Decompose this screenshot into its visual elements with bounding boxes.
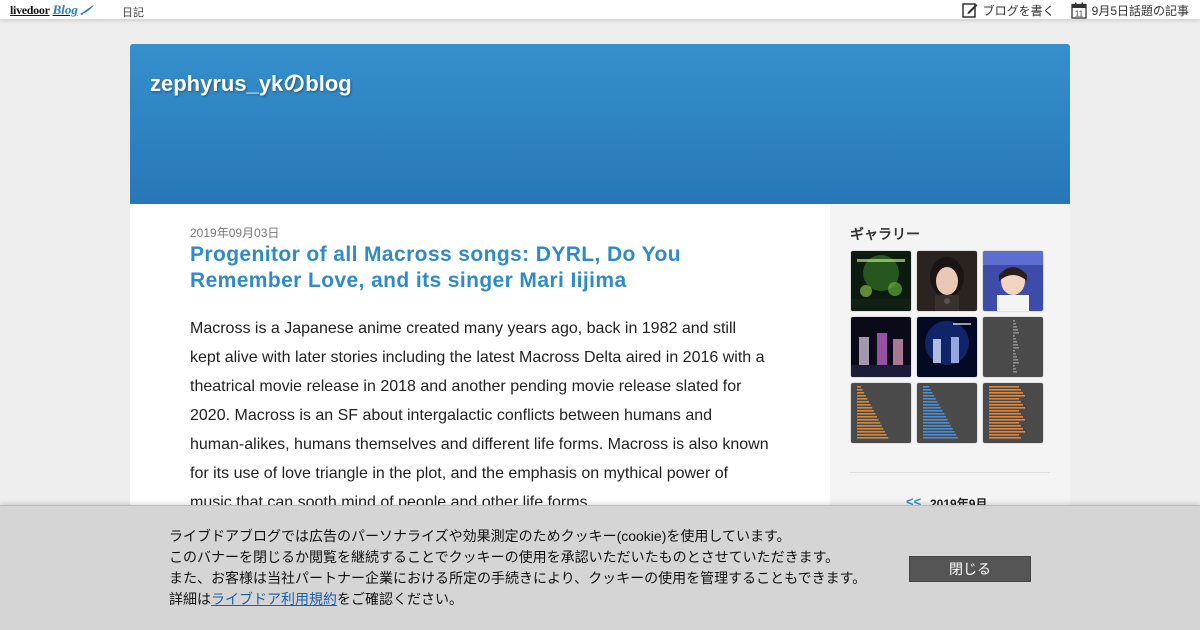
- terms-link[interactable]: ライブドア利用規約: [211, 591, 337, 607]
- gallery-thumb-8-image: [917, 383, 977, 443]
- gallery-thumb-2-image: [917, 251, 977, 311]
- gallery-thumb-9[interactable]: [983, 383, 1043, 443]
- post-title[interactable]: Progenitor of all Macross songs: DYRL, D…: [190, 242, 790, 294]
- nav-diary-link[interactable]: 日記: [122, 4, 144, 20]
- cookie-line-4: 詳細はライブドア利用規約をご確認ください。: [169, 589, 866, 610]
- cookie-line-1: ライブドアブログでは広告のパーソナライズや効果測定のためクッキー(cookie)…: [169, 528, 791, 544]
- cookie-line-4-prefix: 詳細は: [169, 591, 211, 607]
- topic-articles-label: 9月5日話題の記事: [1091, 3, 1189, 18]
- topic-articles-link[interactable]: 11 9月5日話題の記事: [1070, 2, 1189, 19]
- cookie-line-2: このバナーを閉じるか閲覧を継続することでクッキーの使用を承認いただいたものとさせ…: [169, 549, 840, 565]
- gallery-thumb-6[interactable]: [983, 317, 1043, 377]
- blog-header: zephyrus_ykのblog: [130, 44, 1070, 204]
- gallery-thumb-7[interactable]: [851, 383, 911, 443]
- cookie-line-4-suffix: をご確認ください。: [337, 591, 463, 607]
- gallery-thumb-4[interactable]: [851, 317, 911, 377]
- gallery-thumb-5-image: [917, 317, 977, 377]
- gallery-thumb-1-image: [851, 251, 911, 311]
- gallery-thumb-7-image: [851, 383, 911, 443]
- gallery-thumb-1[interactable]: [851, 251, 911, 311]
- post-date: 2019年09月03日: [190, 226, 280, 240]
- cookie-line-3: また、お客様は当社パートナー企業における所定の手続きにより、クッキーの使用を管理…: [169, 570, 867, 586]
- calendar-icon-day: 11: [1074, 9, 1083, 18]
- livedoor-blog-logo[interactable]: livedoor Blog: [10, 2, 95, 18]
- logo-livedoor-text: livedoor: [10, 2, 50, 17]
- gallery-thumb-4-image: [851, 317, 911, 377]
- gallery-thumb-8[interactable]: [917, 383, 977, 443]
- gallery-title: ギャラリー: [850, 226, 920, 242]
- gallery-grid: [851, 251, 1045, 443]
- blog-title[interactable]: zephyrus_ykのblog: [150, 66, 352, 98]
- bird-icon: [79, 5, 94, 15]
- write-blog-link[interactable]: ブログを書く: [961, 2, 1055, 19]
- edit-icon: [961, 3, 978, 18]
- gallery-thumb-5[interactable]: [917, 317, 977, 377]
- cookie-close-button[interactable]: 閉じる: [909, 556, 1031, 582]
- sidebar-divider: [850, 472, 1050, 473]
- logo-blog-text: Blog: [52, 2, 78, 17]
- gallery-thumb-3-image: [983, 251, 1043, 311]
- gallery-thumb-3[interactable]: [983, 251, 1043, 311]
- gallery-thumb-2[interactable]: [917, 251, 977, 311]
- write-blog-label: ブログを書く: [982, 3, 1055, 18]
- global-header: livedoor Blog 日記 ブログを書く 11 9月5日話題の記事: [0, 0, 1200, 20]
- post-body: Macross is a Japanese anime created many…: [190, 320, 769, 511]
- cookie-banner: ライブドアブログでは広告のパーソナライズや効果測定のためクッキー(cookie)…: [0, 505, 1200, 630]
- gallery-thumb-6-image: [983, 317, 1043, 377]
- calendar-icon: 11: [1070, 2, 1087, 19]
- cookie-message: ライブドアブログでは広告のパーソナライズや効果測定のためクッキー(cookie)…: [169, 526, 866, 610]
- header-actions: ブログを書く 11 9月5日話題の記事: [946, 1, 1189, 19]
- gallery-thumb-9-image: [983, 383, 1043, 443]
